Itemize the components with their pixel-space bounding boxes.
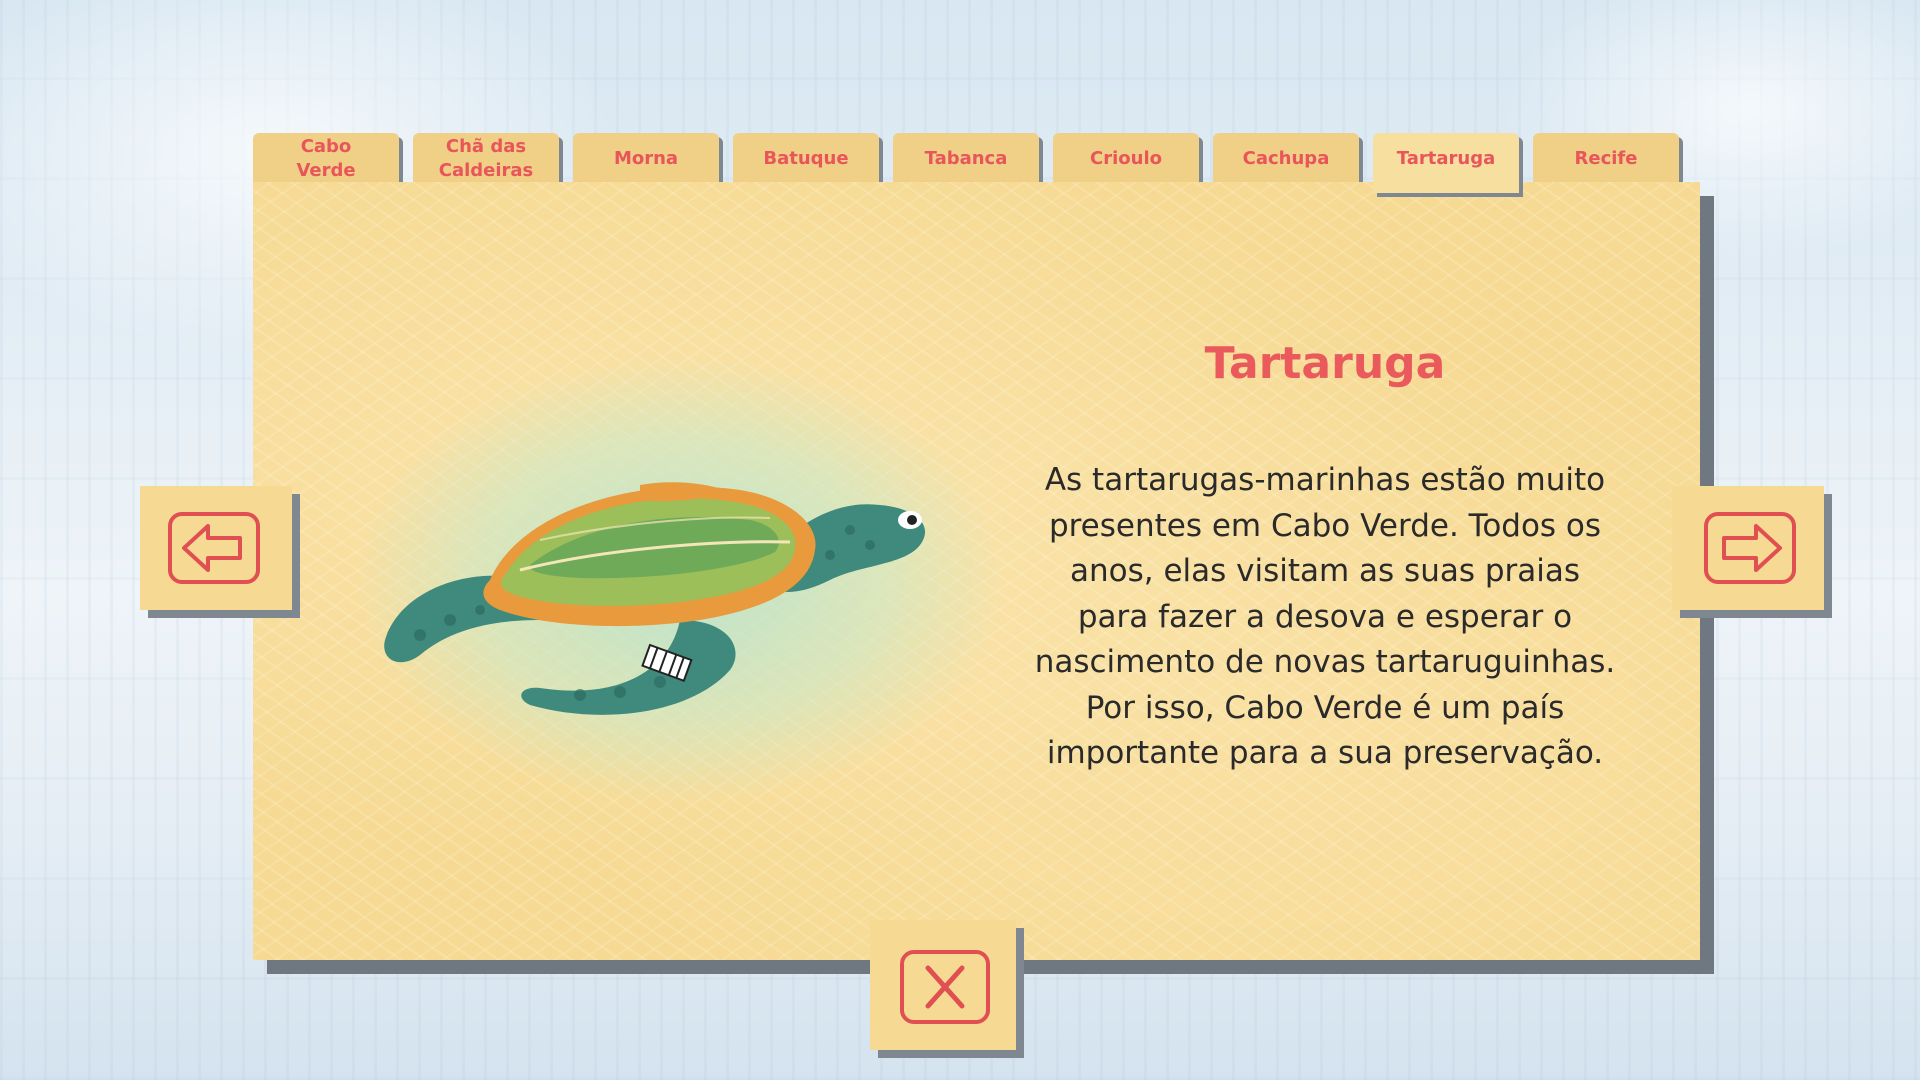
tab-label: Tartaruga: [1396, 148, 1496, 169]
tab-label: Batuque: [763, 148, 849, 169]
tab-label: Tabanca: [924, 148, 1008, 169]
close-button[interactable]: [870, 920, 1016, 1050]
tab-tartaruga[interactable]: Tartaruga: [1373, 133, 1519, 193]
arrow-left-icon: [168, 512, 260, 584]
sea-turtle-illustration: [384, 482, 926, 715]
content-title: Tartaruga: [1204, 338, 1446, 389]
tab-label: Cachupa: [1242, 148, 1330, 169]
game-screen: Cabo Verde Chã das Caldeiras Morna Batuq…: [0, 0, 1920, 1080]
next-button[interactable]: [1672, 486, 1824, 610]
tab-label: Morna: [613, 148, 679, 169]
tab-label: Crioulo: [1090, 148, 1162, 169]
tab-label: Recife: [1574, 148, 1638, 169]
previous-button[interactable]: [140, 486, 292, 610]
close-icon: [900, 950, 990, 1024]
arrow-right-icon: [1704, 512, 1796, 584]
content-body: As tartarugas-marinhas estão muito prese…: [1034, 462, 1616, 771]
